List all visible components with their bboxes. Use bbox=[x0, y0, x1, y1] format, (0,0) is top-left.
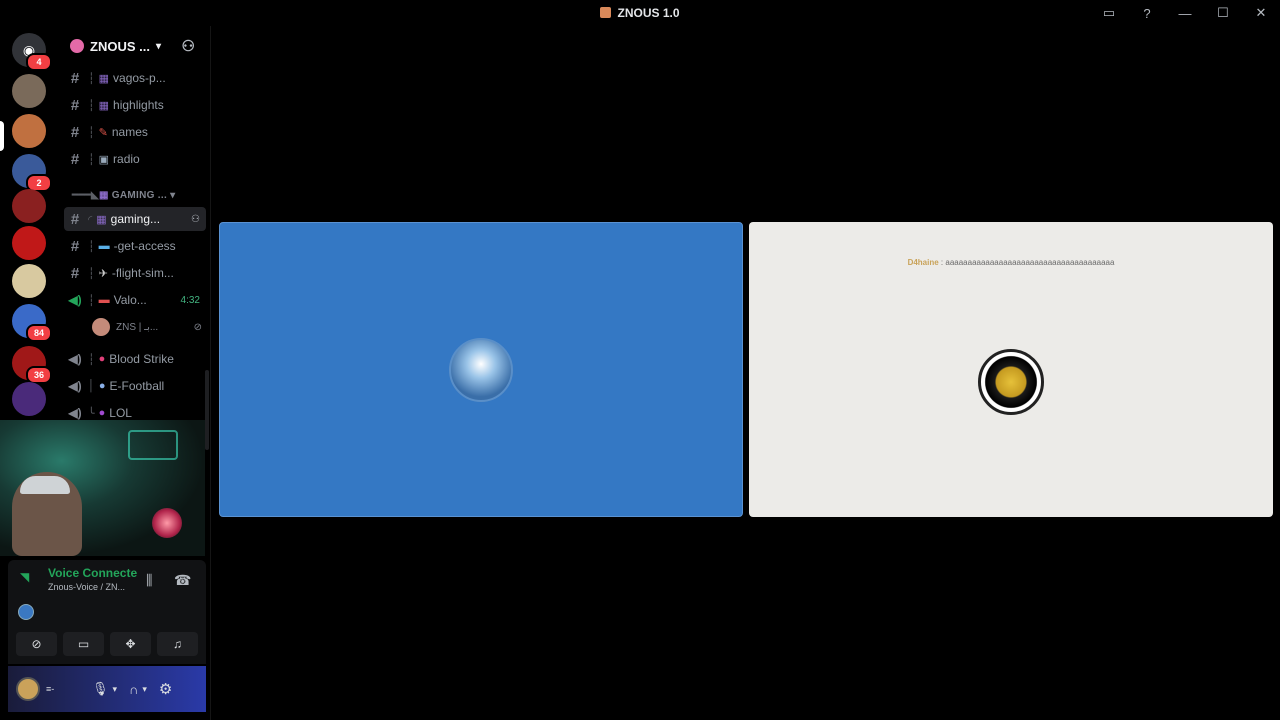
window-title: ZNOUS 1.0 bbox=[0, 6, 1280, 20]
settings-gear-icon[interactable]: ⚙ bbox=[159, 680, 172, 698]
server-icon[interactable]: 2 bbox=[12, 154, 52, 192]
category-header[interactable]: ━━━◣▦ GAMING ... ▾ bbox=[72, 190, 175, 201]
server-icon[interactable] bbox=[12, 264, 46, 298]
inbox-icon[interactable]: ▭ bbox=[1099, 3, 1119, 23]
minimize-icon[interactable]: — bbox=[1175, 3, 1195, 23]
app-logo-icon bbox=[600, 7, 612, 18]
channel-item[interactable]: # ┆ ▣ radio bbox=[64, 147, 206, 171]
speaker-icon: ◀) bbox=[68, 293, 82, 307]
text-channel-icon: # bbox=[70, 210, 80, 228]
server-icon[interactable] bbox=[12, 189, 46, 223]
voice-location[interactable]: Znous-Voice / ZN... bbox=[48, 582, 125, 592]
avatar[interactable] bbox=[18, 604, 34, 620]
speaker-icon: ◀) bbox=[68, 406, 82, 420]
server-icon[interactable]: 36 bbox=[12, 346, 52, 384]
avatar bbox=[92, 318, 110, 336]
text-channel-icon: # bbox=[70, 237, 80, 255]
text-channel-icon: # bbox=[70, 69, 80, 87]
add-member-icon[interactable]: ⚇ bbox=[191, 214, 200, 225]
channel-item[interactable]: # ┆ ✈ -flight-sim... bbox=[64, 261, 206, 285]
camera-off-button[interactable]: ⊘ bbox=[16, 632, 57, 656]
avatar bbox=[449, 337, 513, 402]
invite-people-icon[interactable]: ⚇ bbox=[182, 37, 195, 55]
server-icon[interactable] bbox=[12, 382, 46, 416]
voice-participant-tile[interactable] bbox=[219, 222, 743, 517]
voice-channel-item[interactable]: ◀) ┆ ▬ Valo... 4:32 bbox=[64, 288, 206, 312]
selected-pill bbox=[0, 121, 4, 151]
channel-item[interactable]: # ┆ ✎ names bbox=[64, 120, 206, 144]
headphones-icon[interactable]: ∩ bbox=[129, 682, 138, 697]
avatar[interactable] bbox=[16, 677, 40, 701]
channel-item[interactable]: # ┆ ▦ vagos-p... bbox=[64, 66, 206, 90]
speaker-icon: ◀) bbox=[68, 379, 82, 393]
screen-share-button[interactable]: ▭ bbox=[63, 632, 104, 656]
help-icon[interactable]: ? bbox=[1137, 3, 1157, 23]
scrollbar[interactable] bbox=[205, 370, 209, 450]
title-bar: ZNOUS 1.0 ▭ ? — ☐ ✕ bbox=[0, 0, 1280, 26]
stream-caption: D4haine : aaaaaaaaaaaaaaaaaaaaaaaaaaaaaa… bbox=[907, 258, 1115, 267]
chevron-down-icon: ▾ bbox=[155, 40, 161, 52]
server-header[interactable]: ZNOUS ... ▾ ⚇ bbox=[58, 26, 211, 66]
soundboard-button[interactable]: ♫ bbox=[157, 632, 198, 656]
channel-item[interactable]: # ┆ ▬ -get-access bbox=[64, 234, 206, 258]
notification-badge: 4 bbox=[26, 53, 52, 71]
voice-participant-tile[interactable]: D4haine : aaaaaaaaaaaaaaaaaaaaaaaaaaaaaa… bbox=[749, 222, 1273, 517]
activities-button[interactable]: ✥ bbox=[110, 632, 151, 656]
mic-muted-icon: ⊘ bbox=[193, 321, 202, 333]
avatar bbox=[978, 348, 1044, 415]
notification-badge: 84 bbox=[26, 324, 52, 342]
text-channel-icon: # bbox=[70, 264, 80, 282]
voice-status[interactable]: Voice Connecte bbox=[48, 566, 137, 580]
call-timer: 4:32 bbox=[180, 294, 200, 306]
voice-member[interactable]: ZNS | بـ... ⊘ bbox=[92, 316, 202, 338]
chevron-down-icon: ▾ bbox=[170, 190, 176, 201]
voice-channel-item[interactable]: ◀) ┆ ● Blood Strike bbox=[64, 347, 206, 371]
channel-item-active[interactable]: # ◜ ▦ gaming... ⚇ bbox=[64, 207, 206, 231]
user-name[interactable]: ≡- bbox=[46, 684, 76, 694]
disconnect-icon[interactable]: ☎ bbox=[174, 572, 191, 589]
server-icon[interactable]: 84 bbox=[12, 304, 52, 342]
close-icon[interactable]: ✕ bbox=[1251, 3, 1271, 23]
maximize-icon[interactable]: ☐ bbox=[1213, 3, 1233, 23]
server-icon[interactable] bbox=[12, 114, 46, 148]
home-button[interactable]: ◉ 4 bbox=[12, 33, 52, 71]
text-channel-icon: # bbox=[70, 96, 80, 114]
chevron-down-icon[interactable]: ▾ bbox=[113, 684, 118, 695]
server-icon[interactable] bbox=[12, 74, 46, 108]
user-panel: ≡- 🎙 ▾ ∩ ▾ ⚙ bbox=[8, 666, 206, 712]
channel-item[interactable]: # ┆ ▦ highlights bbox=[64, 93, 206, 117]
text-channel-icon: # bbox=[70, 123, 80, 141]
microphone-icon[interactable]: 🎙 bbox=[92, 681, 109, 697]
signal-icon[interactable]: ◥ bbox=[20, 570, 38, 588]
voice-channel-item[interactable]: ◀) │ ● E-Football bbox=[64, 374, 206, 398]
chevron-down-icon[interactable]: ▾ bbox=[142, 684, 147, 695]
voice-status-panel: ◥ Voice Connecte Znous-Voice / ZN... ⫼ ☎… bbox=[8, 560, 206, 664]
webcam-overlay bbox=[0, 420, 205, 556]
speaker-icon: ◀) bbox=[68, 352, 82, 366]
server-emblem-icon bbox=[70, 39, 84, 53]
server-icon[interactable] bbox=[12, 226, 46, 260]
text-channel-icon: # bbox=[70, 150, 80, 168]
noise-suppression-icon[interactable]: ⫼ bbox=[146, 572, 152, 589]
